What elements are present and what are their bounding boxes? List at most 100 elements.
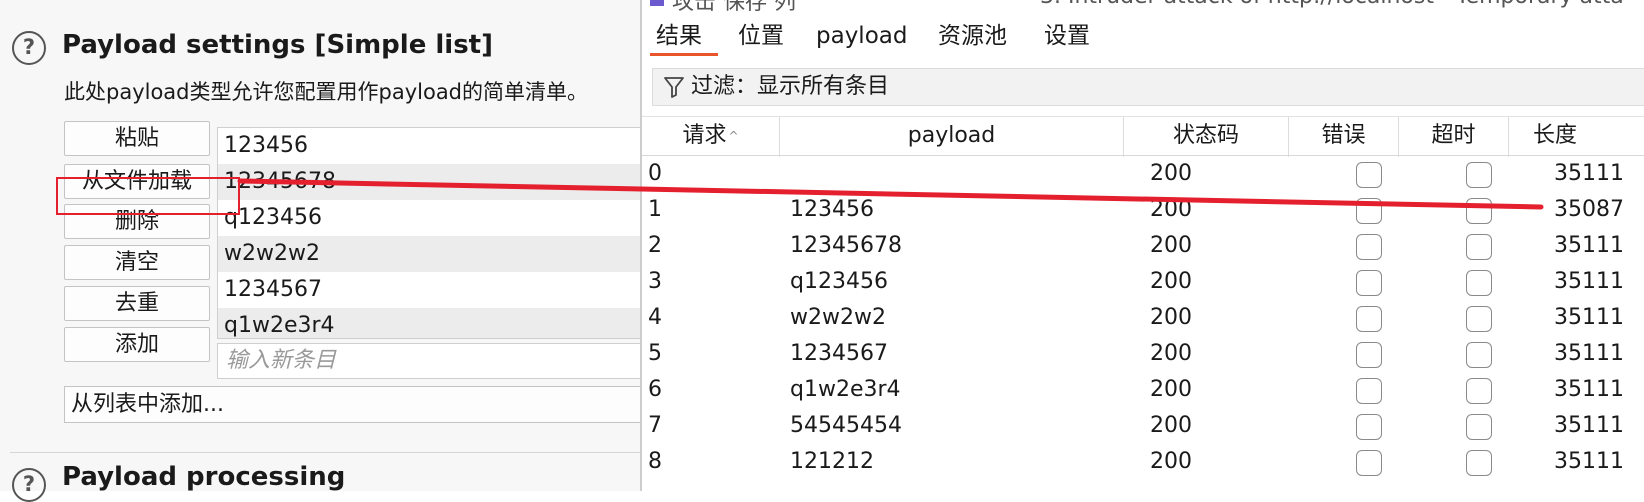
timeout-checkbox[interactable]	[1466, 378, 1492, 404]
app-icon	[650, 0, 664, 6]
column-header-timeout[interactable]: 超时	[1399, 117, 1509, 157]
timeout-checkbox[interactable]	[1466, 450, 1492, 476]
cell-status: 200	[1150, 305, 1192, 330]
filter-label: 过滤：显示所有条目	[691, 74, 890, 99]
cell-status: 200	[1150, 269, 1192, 294]
timeout-checkbox[interactable]	[1466, 234, 1492, 260]
table-header: 请求 ^ payload 状态码 错误 超时 长度	[642, 116, 1644, 157]
table-row[interactable]: 7 54545454 200 35111	[642, 408, 1644, 444]
cell-length: 35087	[1554, 197, 1624, 222]
cell-payload: 123456	[790, 197, 874, 222]
cell-status: 200	[1150, 449, 1192, 474]
tab-results[interactable]: 结果	[650, 16, 718, 56]
list-item[interactable]: 12345678	[218, 164, 641, 200]
annotation-highlight-box	[56, 177, 240, 215]
payload-settings-panel: ? Payload settings [Simple list] 此处paylo…	[0, 0, 641, 502]
cell-length: 35111	[1554, 449, 1624, 474]
cell-length: 35111	[1554, 233, 1624, 258]
tab-positions[interactable]: 位置	[738, 16, 784, 56]
timeout-checkbox[interactable]	[1466, 306, 1492, 332]
list-item[interactable]: 123456	[218, 128, 641, 164]
table-row[interactable]: 6 q1w2e3r4 200 35111	[642, 372, 1644, 408]
list-item[interactable]: 1234567	[218, 272, 641, 308]
window-title: 3. Intruder attack of http://localhost -…	[1040, 0, 1624, 9]
deduplicate-button[interactable]: 去重	[64, 286, 210, 321]
cell-length: 35111	[1554, 413, 1624, 438]
cell-length: 35111	[1554, 305, 1624, 330]
timeout-checkbox[interactable]	[1466, 270, 1492, 296]
help-icon[interactable]: ?	[12, 468, 46, 502]
table-row[interactable]: 3 q123456 200 35111	[642, 264, 1644, 300]
cell-payload: w2w2w2	[790, 305, 886, 330]
cell-request: 1	[648, 197, 662, 222]
cell-status: 200	[1150, 341, 1192, 366]
error-checkbox[interactable]	[1356, 270, 1382, 296]
error-checkbox[interactable]	[1356, 378, 1382, 404]
error-checkbox[interactable]	[1356, 342, 1382, 368]
list-item[interactable]: q123456	[218, 200, 641, 236]
column-header-error[interactable]: 错误	[1289, 117, 1399, 157]
menu-bar[interactable]: 攻击 保存 列	[672, 0, 796, 16]
error-checkbox[interactable]	[1356, 234, 1382, 260]
table-row[interactable]: 0 200 35111	[642, 156, 1644, 192]
timeout-checkbox[interactable]	[1466, 342, 1492, 368]
cell-length: 35111	[1554, 161, 1624, 186]
cell-length: 35111	[1554, 377, 1624, 402]
error-checkbox[interactable]	[1356, 162, 1382, 188]
column-header-status[interactable]: 状态码	[1124, 117, 1289, 157]
payload-settings-description: 此处payload类型允许您配置用作payload的简单清单。	[64, 80, 589, 104]
timeout-checkbox[interactable]	[1466, 162, 1492, 188]
tab-bar: 结果 位置 payload 资源池 设置	[642, 16, 1644, 56]
new-item-input[interactable]: 输入新条目	[217, 343, 640, 379]
cell-payload: 12345678	[790, 233, 902, 258]
cell-request: 7	[648, 413, 662, 438]
cell-request: 0	[648, 161, 662, 186]
cell-request: 6	[648, 377, 662, 402]
cell-request: 5	[648, 341, 662, 366]
cell-request: 2	[648, 233, 662, 258]
section-divider	[10, 452, 640, 453]
tab-resource-pool[interactable]: 资源池	[938, 16, 1007, 56]
table-row[interactable]: 1 123456 200 35087	[642, 192, 1644, 228]
cell-status: 200	[1150, 413, 1192, 438]
payload-processing-title: Payload processing	[62, 462, 346, 492]
table-row[interactable]: 5 1234567 200 35111	[642, 336, 1644, 372]
cell-status: 200	[1150, 197, 1192, 222]
error-checkbox[interactable]	[1356, 198, 1382, 224]
list-item[interactable]: q1w2e3r4	[218, 308, 641, 338]
timeout-checkbox[interactable]	[1466, 414, 1492, 440]
error-checkbox[interactable]	[1356, 414, 1382, 440]
add-from-list-dropdown[interactable]: 从列表中添加...	[64, 386, 640, 423]
error-checkbox[interactable]	[1356, 306, 1382, 332]
table-row[interactable]: 8 121212 200 35111	[642, 444, 1644, 480]
payload-list[interactable]: 123456 12345678 q123456 w2w2w2 1234567 q…	[217, 127, 641, 339]
tab-payloads[interactable]: payload	[816, 16, 907, 56]
column-header-payload[interactable]: payload	[780, 117, 1124, 157]
column-header-length[interactable]: 长度	[1509, 117, 1644, 157]
add-button[interactable]: 添加	[64, 327, 210, 362]
cell-request: 8	[648, 449, 662, 474]
attack-results-window: 攻击 保存 列 3. Intruder attack of http://loc…	[640, 0, 1644, 491]
list-item[interactable]: w2w2w2	[218, 236, 641, 272]
sort-asc-icon: ^	[728, 129, 739, 143]
error-checkbox[interactable]	[1356, 450, 1382, 476]
cell-status: 200	[1150, 161, 1192, 186]
cell-payload: 121212	[790, 449, 874, 474]
payload-settings-title: Payload settings [Simple list]	[62, 30, 493, 60]
cell-request: 3	[648, 269, 662, 294]
tab-settings[interactable]: 设置	[1044, 16, 1090, 56]
cell-payload: q1w2e3r4	[790, 377, 901, 402]
paste-button[interactable]: 粘贴	[64, 121, 210, 156]
cell-status: 200	[1150, 377, 1192, 402]
column-header-request[interactable]: 请求 ^	[642, 117, 780, 157]
help-icon[interactable]: ?	[12, 31, 46, 65]
cell-length: 35111	[1554, 341, 1624, 366]
filter-icon	[663, 75, 685, 103]
table-row[interactable]: 4 w2w2w2 200 35111	[642, 300, 1644, 336]
cell-payload: q123456	[790, 269, 888, 294]
table-row[interactable]: 2 12345678 200 35111	[642, 228, 1644, 264]
cell-request: 4	[648, 305, 662, 330]
filter-bar[interactable]: 过滤：显示所有条目	[652, 68, 1644, 106]
clear-button[interactable]: 清空	[64, 245, 210, 280]
timeout-checkbox[interactable]	[1466, 198, 1492, 224]
